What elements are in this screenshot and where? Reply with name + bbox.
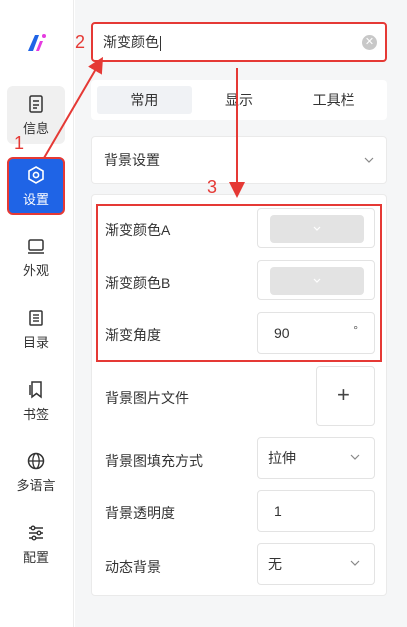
sidebar-item-languages[interactable]: 多语言	[7, 443, 65, 501]
dynamic-bg-select[interactable]: 无	[257, 543, 375, 585]
annotation-number-3: 3	[207, 177, 218, 197]
sidebar-item-bookmarks[interactable]: 书签	[7, 372, 65, 430]
chevron-down-icon	[350, 560, 360, 566]
chevron-down-icon	[350, 454, 360, 460]
dynamic-bg-value: 无	[268, 556, 282, 572]
app-logo	[28, 34, 46, 51]
fill-mode-select[interactable]: 拉伸	[257, 437, 375, 479]
document-icon	[26, 94, 46, 114]
dynamic-bg-label: 动态背景	[105, 559, 161, 575]
fill-mode-label: 背景图填充方式	[105, 453, 203, 469]
sidebar-item-label: 多语言	[16, 477, 56, 493]
sidebar-item-label: 目录	[22, 334, 49, 350]
sidebar-item-toc[interactable]: 目录	[7, 300, 65, 358]
globe-icon	[26, 451, 46, 471]
sidebar-item-label: 配置	[22, 549, 49, 565]
section-title: 背景设置	[104, 152, 160, 168]
chevron-down-icon	[364, 157, 374, 163]
tab-display[interactable]: 显示	[192, 86, 287, 114]
text-caret	[160, 35, 161, 51]
sliders-icon	[26, 523, 46, 543]
sidebar-item-config[interactable]: 配置	[7, 515, 65, 573]
gear-icon	[26, 165, 46, 185]
tab-toolbar[interactable]: 工具栏	[286, 86, 381, 114]
bg-image-upload-button[interactable]: +	[316, 366, 375, 426]
sidebar-item-settings[interactable]: 设置	[7, 157, 65, 215]
bg-image-label: 背景图片文件	[105, 390, 189, 406]
list-icon	[26, 308, 46, 328]
sidebar-item-appearance[interactable]: 外观	[7, 228, 65, 286]
sidebar: 信息 设置 外观 目录 书签 多语言 配置	[0, 0, 74, 627]
plus-icon: +	[337, 382, 350, 407]
monitor-icon	[26, 236, 46, 256]
annotation-number-1: 1	[14, 133, 25, 153]
opacity-value: 1	[274, 503, 282, 519]
annotation-highlight-box	[96, 204, 382, 362]
clear-icon[interactable]: ✕	[362, 35, 377, 50]
tab-bar: 常用 显示 工具栏	[91, 80, 387, 120]
sidebar-item-label: 设置	[22, 191, 49, 207]
opacity-label: 背景透明度	[105, 505, 175, 521]
sidebar-item-label: 外观	[22, 262, 49, 278]
annotation-number-2: 2	[75, 32, 86, 52]
search-input[interactable]: 渐变颜色 ✕	[91, 22, 387, 62]
opacity-input[interactable]: 1	[257, 490, 375, 532]
section-header-background[interactable]: 背景设置	[91, 136, 387, 184]
bookmark-icon	[26, 380, 46, 400]
search-value: 渐变颜色	[103, 34, 159, 50]
sidebar-item-label: 信息	[22, 120, 49, 136]
sidebar-item-label: 书签	[22, 406, 49, 422]
tab-common[interactable]: 常用	[97, 86, 192, 114]
fill-mode-value: 拉伸	[268, 450, 296, 466]
